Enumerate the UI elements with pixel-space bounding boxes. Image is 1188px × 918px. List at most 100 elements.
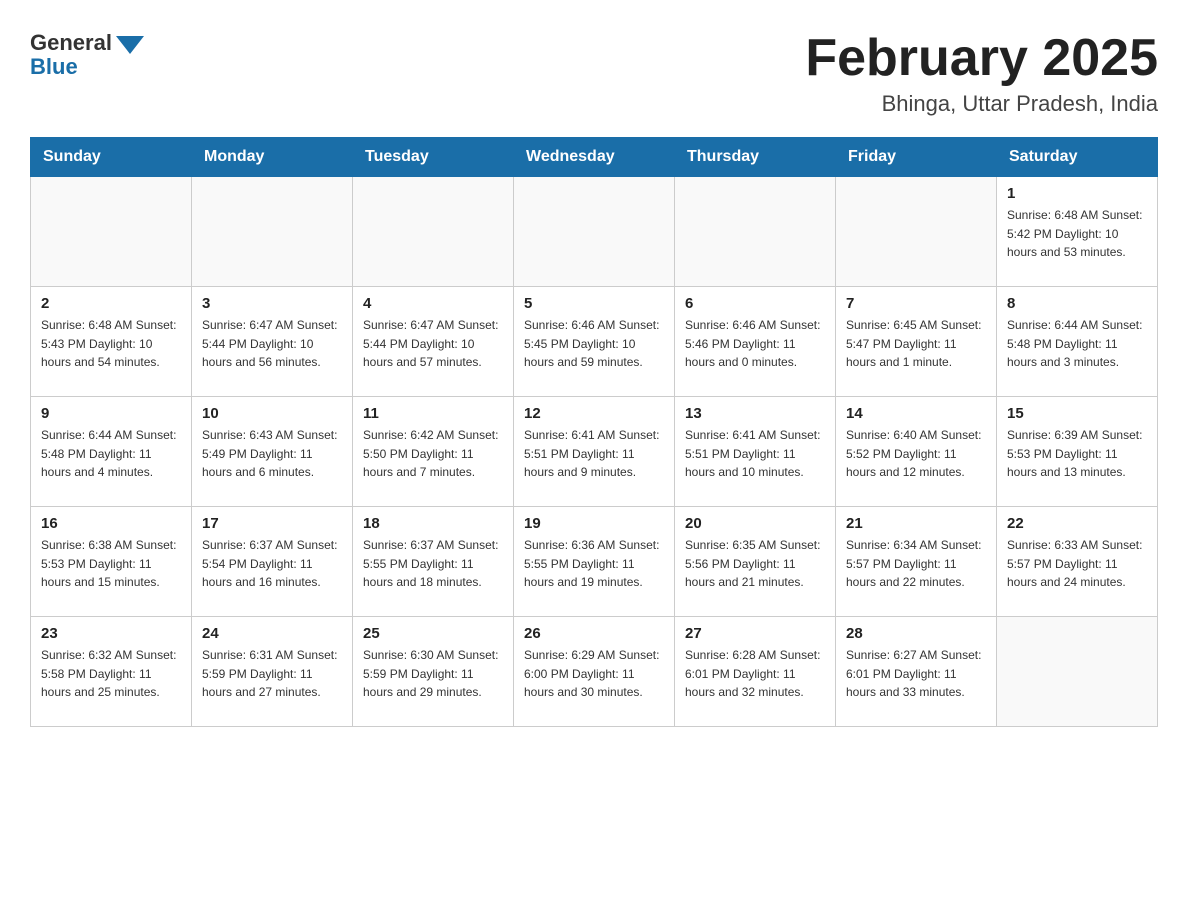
day-info: Sunrise: 6:46 AM Sunset: 5:46 PM Dayligh… (685, 316, 825, 372)
day-of-week-header: Saturday (997, 138, 1158, 177)
day-number: 26 (524, 625, 664, 642)
page-header: General Blue February 2025 Bhinga, Uttar… (30, 30, 1158, 117)
day-number: 24 (202, 625, 342, 642)
calendar-day-cell: 20Sunrise: 6:35 AM Sunset: 5:56 PM Dayli… (675, 507, 836, 617)
day-number: 22 (1007, 515, 1147, 532)
calendar-day-cell (31, 177, 192, 287)
day-number: 5 (524, 295, 664, 312)
day-info: Sunrise: 6:43 AM Sunset: 5:49 PM Dayligh… (202, 426, 342, 482)
day-info: Sunrise: 6:48 AM Sunset: 5:43 PM Dayligh… (41, 316, 181, 372)
calendar-day-cell (353, 177, 514, 287)
day-number: 23 (41, 625, 181, 642)
day-info: Sunrise: 6:48 AM Sunset: 5:42 PM Dayligh… (1007, 206, 1147, 262)
calendar-day-cell: 28Sunrise: 6:27 AM Sunset: 6:01 PM Dayli… (836, 617, 997, 727)
calendar-header: SundayMondayTuesdayWednesdayThursdayFrid… (31, 138, 1158, 177)
calendar-week-row: 23 Sunrise: 6:32 AM Sunset: 5:58 PM Dayli… (31, 617, 1158, 727)
header-row: SundayMondayTuesdayWednesdayThursdayFrid… (31, 138, 1158, 177)
day-info: Sunrise: 6:33 AM Sunset: 5:57 PM Dayligh… (1007, 536, 1147, 592)
day-info: Sunrise: 6:35 AM Sunset: 5:56 PM Dayligh… (685, 536, 825, 592)
calendar-week-row: 1 Sunrise: 6:48 AM Sunset: 5:42 PM Daylig… (31, 177, 1158, 287)
day-of-week-header: Monday (192, 138, 353, 177)
calendar-day-cell: 17 Sunrise: 6:37 AM Sunset: 5:54 PM Dayli… (192, 507, 353, 617)
calendar-day-cell: 14Sunrise: 6:40 AM Sunset: 5:52 PM Dayli… (836, 397, 997, 507)
day-info: Sunrise: 6:37 AM Sunset: 5:54 PM Dayligh… (202, 536, 342, 592)
day-info: Sunrise: 6:45 AM Sunset: 5:47 PM Dayligh… (846, 316, 986, 372)
calendar-day-cell: 10 Sunrise: 6:43 AM Sunset: 5:49 PM Dayli… (192, 397, 353, 507)
day-number: 17 (202, 515, 342, 532)
calendar-day-cell: 13 Sunrise: 6:41 AM Sunset: 5:51 PM Dayli… (675, 397, 836, 507)
day-info: Sunrise: 6:31 AM Sunset: 5:59 PM Dayligh… (202, 646, 342, 702)
day-info: Sunrise: 6:32 AM Sunset: 5:58 PM Dayligh… (41, 646, 181, 702)
day-info: Sunrise: 6:41 AM Sunset: 5:51 PM Dayligh… (524, 426, 664, 482)
calendar-day-cell: 6 Sunrise: 6:46 AM Sunset: 5:46 PM Daylig… (675, 287, 836, 397)
calendar-day-cell (514, 177, 675, 287)
day-number: 28 (846, 625, 986, 642)
day-number: 15 (1007, 405, 1147, 422)
day-number: 7 (846, 295, 986, 312)
calendar-day-cell: 16Sunrise: 6:38 AM Sunset: 5:53 PM Dayli… (31, 507, 192, 617)
calendar-day-cell: 27 Sunrise: 6:28 AM Sunset: 6:01 PM Dayli… (675, 617, 836, 727)
day-number: 21 (846, 515, 986, 532)
calendar-day-cell: 24 Sunrise: 6:31 AM Sunset: 5:59 PM Dayli… (192, 617, 353, 727)
calendar-week-row: 9 Sunrise: 6:44 AM Sunset: 5:48 PM Daylig… (31, 397, 1158, 507)
day-number: 2 (41, 295, 181, 312)
calendar-day-cell: 4 Sunrise: 6:47 AM Sunset: 5:44 PM Daylig… (353, 287, 514, 397)
day-number: 4 (363, 295, 503, 312)
logo-blue-text: Blue (30, 54, 78, 80)
calendar-day-cell: 26Sunrise: 6:29 AM Sunset: 6:00 PM Dayli… (514, 617, 675, 727)
calendar-table: SundayMondayTuesdayWednesdayThursdayFrid… (30, 137, 1158, 727)
calendar-week-row: 16Sunrise: 6:38 AM Sunset: 5:53 PM Dayli… (31, 507, 1158, 617)
day-number: 12 (524, 405, 664, 422)
calendar-day-cell: 23 Sunrise: 6:32 AM Sunset: 5:58 PM Dayli… (31, 617, 192, 727)
logo: General Blue (30, 30, 144, 80)
calendar-day-cell (675, 177, 836, 287)
day-number: 13 (685, 405, 825, 422)
day-number: 10 (202, 405, 342, 422)
calendar-day-cell: 3 Sunrise: 6:47 AM Sunset: 5:44 PM Daylig… (192, 287, 353, 397)
day-number: 11 (363, 405, 503, 422)
day-info: Sunrise: 6:28 AM Sunset: 6:01 PM Dayligh… (685, 646, 825, 702)
day-number: 6 (685, 295, 825, 312)
calendar-day-cell: 25 Sunrise: 6:30 AM Sunset: 5:59 PM Dayli… (353, 617, 514, 727)
day-number: 19 (524, 515, 664, 532)
day-info: Sunrise: 6:30 AM Sunset: 5:59 PM Dayligh… (363, 646, 503, 702)
calendar-day-cell (836, 177, 997, 287)
calendar-day-cell: 11 Sunrise: 6:42 AM Sunset: 5:50 PM Dayli… (353, 397, 514, 507)
calendar-day-cell: 22 Sunrise: 6:33 AM Sunset: 5:57 PM Dayli… (997, 507, 1158, 617)
day-of-week-header: Thursday (675, 138, 836, 177)
day-info: Sunrise: 6:44 AM Sunset: 5:48 PM Dayligh… (41, 426, 181, 482)
day-number: 8 (1007, 295, 1147, 312)
day-info: Sunrise: 6:38 AM Sunset: 5:53 PM Dayligh… (41, 536, 181, 592)
logo-triangle-icon (116, 36, 144, 54)
day-info: Sunrise: 6:47 AM Sunset: 5:44 PM Dayligh… (202, 316, 342, 372)
day-info: Sunrise: 6:47 AM Sunset: 5:44 PM Dayligh… (363, 316, 503, 372)
day-number: 25 (363, 625, 503, 642)
calendar-day-cell: 1 Sunrise: 6:48 AM Sunset: 5:42 PM Daylig… (997, 177, 1158, 287)
calendar-day-cell: 18Sunrise: 6:37 AM Sunset: 5:55 PM Dayli… (353, 507, 514, 617)
day-number: 1 (1007, 185, 1147, 202)
day-info: Sunrise: 6:44 AM Sunset: 5:48 PM Dayligh… (1007, 316, 1147, 372)
calendar-day-cell: 8 Sunrise: 6:44 AM Sunset: 5:48 PM Daylig… (997, 287, 1158, 397)
day-number: 9 (41, 405, 181, 422)
calendar-day-cell: 2 Sunrise: 6:48 AM Sunset: 5:43 PM Daylig… (31, 287, 192, 397)
day-info: Sunrise: 6:42 AM Sunset: 5:50 PM Dayligh… (363, 426, 503, 482)
calendar-day-cell: 5Sunrise: 6:46 AM Sunset: 5:45 PM Daylig… (514, 287, 675, 397)
calendar-day-cell: 21Sunrise: 6:34 AM Sunset: 5:57 PM Dayli… (836, 507, 997, 617)
day-of-week-header: Tuesday (353, 138, 514, 177)
day-of-week-header: Sunday (31, 138, 192, 177)
day-number: 14 (846, 405, 986, 422)
day-number: 18 (363, 515, 503, 532)
calendar-day-cell: 19Sunrise: 6:36 AM Sunset: 5:55 PM Dayli… (514, 507, 675, 617)
day-number: 27 (685, 625, 825, 642)
month-title: February 2025 (805, 30, 1158, 87)
day-number: 3 (202, 295, 342, 312)
calendar-day-cell: 9 Sunrise: 6:44 AM Sunset: 5:48 PM Daylig… (31, 397, 192, 507)
calendar-day-cell: 12 Sunrise: 6:41 AM Sunset: 5:51 PM Dayli… (514, 397, 675, 507)
day-of-week-header: Friday (836, 138, 997, 177)
calendar-week-row: 2 Sunrise: 6:48 AM Sunset: 5:43 PM Daylig… (31, 287, 1158, 397)
calendar-day-cell: 15Sunrise: 6:39 AM Sunset: 5:53 PM Dayli… (997, 397, 1158, 507)
calendar-body: 1 Sunrise: 6:48 AM Sunset: 5:42 PM Daylig… (31, 177, 1158, 727)
day-info: Sunrise: 6:41 AM Sunset: 5:51 PM Dayligh… (685, 426, 825, 482)
calendar-day-cell: 7 Sunrise: 6:45 AM Sunset: 5:47 PM Daylig… (836, 287, 997, 397)
location-text: Bhinga, Uttar Pradesh, India (805, 91, 1158, 117)
